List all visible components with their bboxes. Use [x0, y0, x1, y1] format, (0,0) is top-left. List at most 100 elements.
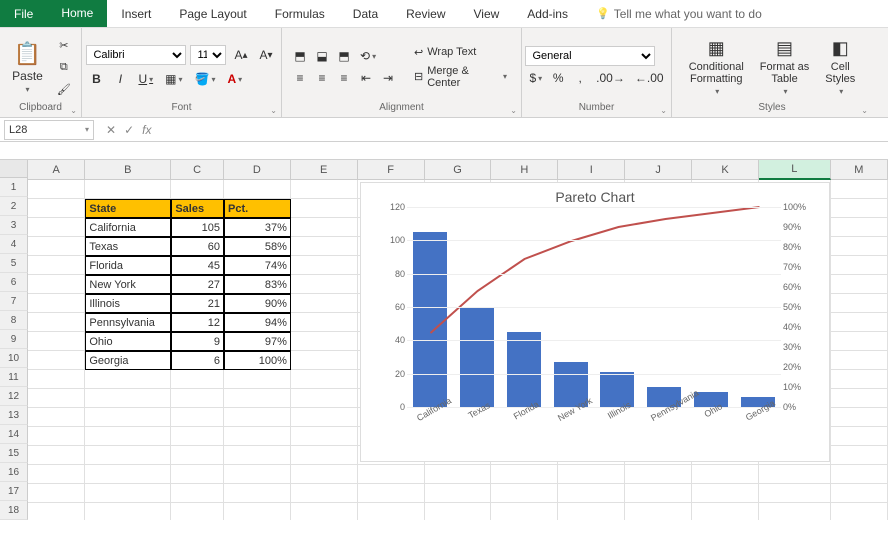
column-header-C[interactable]: C: [171, 160, 224, 180]
row-header-2[interactable]: 2: [0, 197, 28, 216]
increase-decimal-button[interactable]: .00→: [592, 68, 629, 88]
row-header-11[interactable]: 11: [0, 368, 28, 387]
align-bottom-button[interactable]: ⬒: [334, 46, 354, 66]
bucket-icon: 🪣: [195, 72, 210, 86]
paste-button[interactable]: 📋 Paste ▾: [8, 39, 47, 96]
column-header-H[interactable]: H: [491, 160, 558, 180]
number-format-select[interactable]: General: [525, 46, 655, 66]
borders-button[interactable]: ▦: [161, 69, 186, 89]
group-label-font: Font: [90, 102, 273, 115]
pareto-chart[interactable]: Pareto Chart 020406080100120 0%10%20%30%…: [360, 182, 830, 462]
column-header-K[interactable]: K: [692, 160, 759, 180]
row-header-3[interactable]: 3: [0, 216, 28, 235]
column-header-B[interactable]: B: [85, 160, 171, 180]
column-header-J[interactable]: J: [625, 160, 692, 180]
font-name-select[interactable]: Calibri: [86, 45, 186, 65]
row-header-14[interactable]: 14: [0, 425, 28, 444]
column-header-E[interactable]: E: [291, 160, 358, 180]
formula-bar: L28▾ ✕ ✓ fx: [0, 118, 888, 142]
column-headers: ABCDEFGHIJKLM: [28, 160, 888, 180]
group-styles: ▦Conditional Formatting ▤Format as Table…: [672, 28, 872, 117]
row-header-9[interactable]: 9: [0, 330, 28, 349]
column-header-I[interactable]: I: [558, 160, 625, 180]
comma-format-button[interactable]: ,: [570, 68, 590, 88]
tab-data[interactable]: Data: [339, 0, 392, 27]
row-header-8[interactable]: 8: [0, 311, 28, 330]
row-header-4[interactable]: 4: [0, 235, 28, 254]
font-size-select[interactable]: 11: [190, 45, 226, 65]
group-label-styles: Styles: [680, 102, 864, 115]
underline-button[interactable]: U: [134, 69, 157, 89]
merge-icon: ⊟: [414, 70, 423, 83]
tab-review[interactable]: Review: [392, 0, 459, 27]
menu-tabs: File Home Insert Page Layout Formulas Da…: [0, 0, 888, 28]
row-header-13[interactable]: 13: [0, 406, 28, 425]
select-all-corner[interactable]: [0, 160, 28, 178]
percent-format-button[interactable]: %: [548, 68, 568, 88]
copy-button[interactable]: ⧉: [55, 58, 73, 76]
bold-button[interactable]: B: [86, 69, 106, 89]
font-color-button[interactable]: A: [223, 69, 246, 89]
worksheet: 123456789101112131415161718 ABCDEFGHIJKL…: [0, 160, 888, 520]
column-header-A[interactable]: A: [28, 160, 85, 180]
wrap-text-button[interactable]: ↩Wrap Text: [408, 44, 513, 61]
brush-icon: 🖌: [57, 83, 71, 96]
group-alignment: ⬒ ⬓ ⬒ ⟲ ≡ ≡ ≡ ⇤ ⇥ ↩Wrap Text ⊟Merge & Ce…: [282, 28, 522, 117]
row-header-6[interactable]: 6: [0, 273, 28, 292]
cell-styles-button[interactable]: ◧Cell Styles: [819, 36, 861, 98]
row-header-16[interactable]: 16: [0, 463, 28, 482]
tell-me-search[interactable]: Tell me what you want to do: [582, 0, 776, 27]
chart-plot-area: 020406080100120 0%10%20%30%40%50%60%70%8…: [407, 207, 781, 407]
tab-insert[interactable]: Insert: [107, 0, 165, 27]
enter-formula-button[interactable]: ✓: [124, 123, 134, 137]
tab-page-layout[interactable]: Page Layout: [165, 0, 260, 27]
tab-view[interactable]: View: [460, 0, 514, 27]
group-label-alignment: Alignment: [290, 102, 513, 115]
align-left-button[interactable]: ≡: [290, 68, 310, 88]
clipboard-icon: 📋: [14, 41, 41, 67]
column-header-F[interactable]: F: [358, 160, 425, 180]
fx-button[interactable]: fx: [142, 123, 151, 137]
italic-button[interactable]: I: [110, 69, 130, 89]
row-header-18[interactable]: 18: [0, 501, 28, 520]
tab-addins[interactable]: Add-ins: [513, 0, 582, 27]
paste-label: Paste: [12, 69, 43, 83]
tab-home[interactable]: Home: [47, 0, 107, 27]
column-header-D[interactable]: D: [224, 160, 291, 180]
decrease-indent-button[interactable]: ⇤: [356, 68, 376, 88]
align-top-button[interactable]: ⬒: [290, 46, 310, 66]
wrap-icon: ↩: [414, 46, 423, 59]
orientation-button[interactable]: ⟲: [356, 46, 380, 66]
font-color-icon: A: [227, 72, 236, 86]
align-middle-button[interactable]: ⬓: [312, 46, 332, 66]
tab-file[interactable]: File: [0, 0, 47, 27]
align-right-button[interactable]: ≡: [334, 68, 354, 88]
column-header-M[interactable]: M: [831, 160, 888, 180]
increase-font-button[interactable]: A▴: [230, 45, 251, 65]
tab-formulas[interactable]: Formulas: [261, 0, 339, 27]
column-header-G[interactable]: G: [425, 160, 492, 180]
column-header-L[interactable]: L: [759, 160, 831, 180]
merge-center-button[interactable]: ⊟Merge & Center: [408, 63, 513, 91]
decrease-decimal-button[interactable]: ←.00: [631, 68, 668, 88]
row-header-1[interactable]: 1: [0, 178, 28, 197]
row-header-12[interactable]: 12: [0, 387, 28, 406]
name-box[interactable]: L28▾: [4, 120, 94, 140]
table-icon: ▤: [776, 38, 793, 59]
row-header-17[interactable]: 17: [0, 482, 28, 501]
format-painter-button[interactable]: 🖌: [55, 80, 73, 98]
row-header-7[interactable]: 7: [0, 292, 28, 311]
row-header-5[interactable]: 5: [0, 254, 28, 273]
row-header-10[interactable]: 10: [0, 349, 28, 368]
decrease-font-button[interactable]: A▾: [256, 45, 277, 65]
accounting-format-button[interactable]: $: [525, 68, 546, 88]
increase-indent-button[interactable]: ⇥: [378, 68, 398, 88]
cancel-formula-button[interactable]: ✕: [106, 123, 116, 137]
fill-color-button[interactable]: 🪣: [191, 69, 220, 89]
cut-button[interactable]: ✂: [55, 36, 73, 54]
format-as-table-button[interactable]: ▤Format as Table: [754, 36, 816, 98]
conditional-formatting-button[interactable]: ▦Conditional Formatting: [683, 36, 750, 98]
row-header-15[interactable]: 15: [0, 444, 28, 463]
align-center-button[interactable]: ≡: [312, 68, 332, 88]
chart-title: Pareto Chart: [361, 183, 829, 207]
